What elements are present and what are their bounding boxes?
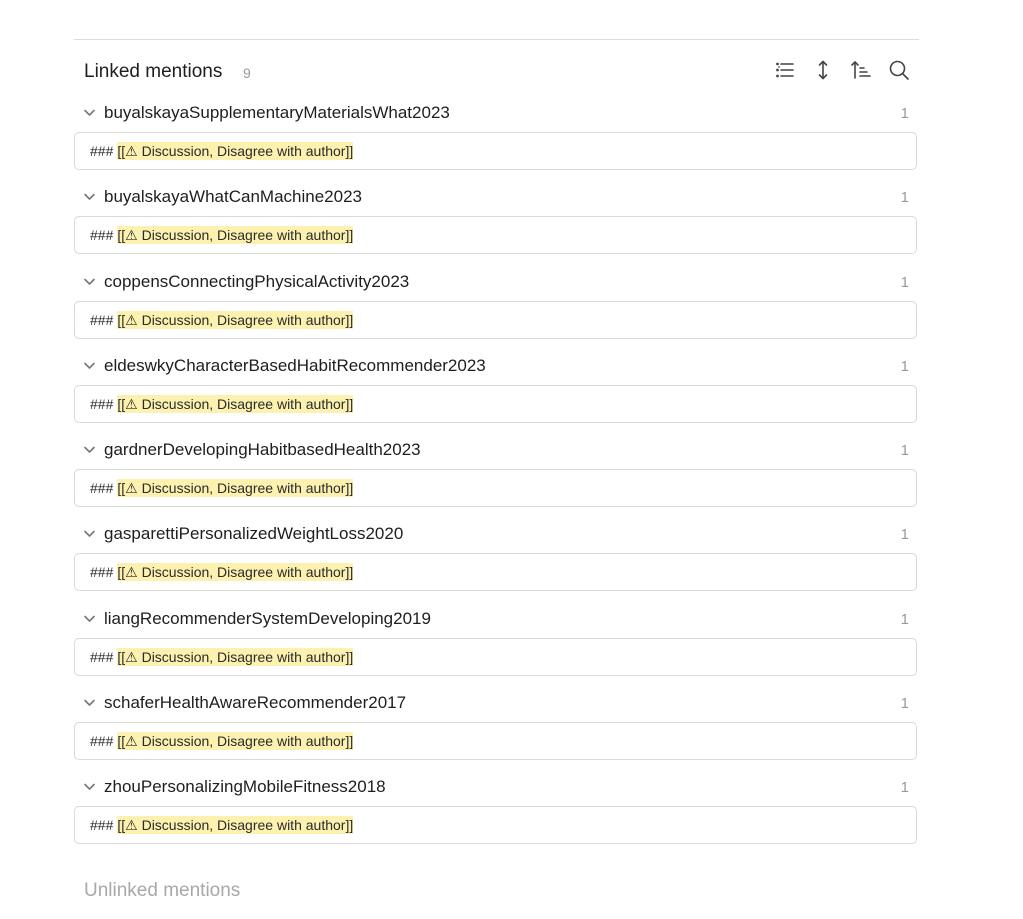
mention-group: liangRecommenderSystemDeveloping2019 1 #… [74,603,919,687]
snippet-text: ### [[⚠ Discussion, Disagree with author]… [90,479,354,498]
snippet-highlighted-link: [[⚠ Discussion, Disagree with author]] [117,226,354,245]
mention-group-header[interactable]: buyalskayaSupplementaryMaterialsWhat2023… [74,97,919,129]
mention-group: buyalskayaWhatCanMachine2023 1 ### [[⚠ Di… [74,181,919,265]
snippet-text: ### [[⚠ Discussion, Disagree with author]… [90,563,354,582]
snippet-highlighted-link: [[⚠ Discussion, Disagree with author]] [117,142,354,160]
mention-count: 1 [900,610,909,628]
mention-group: schaferHealthAwareRecommender2017 1 ###[… [74,687,919,771]
snippet-heading-marker: ### [90,564,114,581]
mention-count: 1 [900,695,909,713]
mention-count: 1 [900,273,909,291]
mention-snippet[interactable]: ### [[⚠ Discussion, Disagree with author]… [74,216,917,255]
snippet-heading-marker: ### [90,733,114,750]
chevron-down-icon[interactable] [83,359,96,372]
snippet-highlighted-link: [[⚠ Discussion, Disagree with author]] [117,394,354,413]
expand-collapse-button[interactable] [810,57,836,83]
chevron-down-icon[interactable] [83,106,96,119]
mention-snippet[interactable]: ### [[⚠ Discussion, Disagree with author]… [74,722,917,761]
mention-group-header[interactable]: schaferHealthAwareRecommender2017 1 [74,687,919,719]
snippet-heading-marker: ### [90,648,114,665]
snippet-heading-marker: ### [90,480,114,497]
mention-count: 1 [900,105,909,122]
snippet-highlighted-link: [[⚠ Discussion, Disagree with author]] [117,816,354,835]
snippet-highlighted-link: [[⚠ Discussion, Disagree with author]] [117,647,354,666]
mention-group: eldeswkyCharacterBasedHabitRecommender20… [74,350,919,434]
snippet-text: ### [[⚠ Discussion, Disagree with author]… [90,816,354,835]
list-view-button[interactable] [772,57,798,83]
mention-snippet[interactable]: ### [[⚠ Discussion, Disagree with author]… [74,637,917,676]
mention-source-title[interactable]: schaferHealthAwareRecommender2017 [104,693,406,713]
snippet-text: ### [[⚠ Discussion, Disagree with author]… [90,226,354,245]
mention-snippet[interactable]: ### [[⚠ Discussion, Disagree with author]… [74,300,917,339]
linked-mentions-header: Linked mentions 9 [84,57,914,87]
snippet-heading-marker: ### [90,395,114,412]
search-button[interactable] [886,57,912,83]
mention-count: 1 [900,526,909,544]
mention-snippet[interactable]: ### [[⚠ Discussion, Disagree with author]… [74,553,917,592]
mention-snippet[interactable]: ### [[⚠ Discussion, Disagree with author]… [74,132,917,170]
mention-group-header[interactable]: eldeswkyCharacterBasedHabitRecommender20… [74,350,919,382]
top-divider [74,39,919,40]
snippet-text: ### [[⚠ Discussion, Disagree with author]… [90,647,354,666]
search-icon [889,60,909,80]
mention-snippet[interactable]: ### [[⚠ Discussion, Disagree with author]… [74,806,917,845]
backlinks-toolbar [760,57,912,83]
mention-count: 1 [900,779,909,797]
mention-group-header[interactable]: liangRecommenderSystemDeveloping2019 1 [74,603,919,635]
snippet-highlighted-link: [[⚠ Discussion, Disagree with author]] [117,732,354,751]
chevron-down-icon[interactable] [83,443,96,456]
linked-mentions-title: Linked mentions [84,61,223,82]
mention-group: gasparettiPersonalizedWeightLoss2020 1 #… [74,518,919,602]
snippet-text: ### [[⚠ Discussion, Disagree with author]… [90,732,354,751]
mention-source-title[interactable]: eldeswkyCharacterBasedHabitRecommender20… [104,356,486,376]
mention-source-title[interactable]: buyalskayaSupplementaryMaterialsWhat2023 [104,103,450,123]
list-icon [776,62,794,78]
mention-source-title[interactable]: gardnerDevelopingHabitbasedHealth2023 [104,440,421,460]
mention-source-title[interactable]: zhouPersonalizingMobileFitness2018 [104,777,386,797]
mention-count: 1 [900,442,909,460]
mention-count: 1 [900,357,909,375]
mention-source-title[interactable]: gasparettiPersonalizedWeightLoss2020 [104,524,403,544]
chevron-down-icon[interactable] [83,275,96,288]
snippet-text: ### [[⚠ Discussion, Disagree with author]… [90,142,354,160]
mention-source-title[interactable]: buyalskayaWhatCanMachine2023 [104,187,362,207]
sort-button[interactable] [848,57,874,83]
mention-group: zhouPersonalizingMobileFitness2018 1 ###… [74,771,919,855]
mention-group: buyalskayaSupplementaryMaterialsWhat2023… [74,97,919,181]
chevron-down-icon[interactable] [83,190,96,203]
mention-source-title[interactable]: liangRecommenderSystemDeveloping2019 [104,609,431,629]
snippet-heading-marker: ### [90,817,114,834]
linked-mentions-list: buyalskayaSupplementaryMaterialsWhat2023… [74,97,919,856]
mention-snippet[interactable]: ### [[⚠ Discussion, Disagree with author]… [74,384,917,423]
mention-source-title[interactable]: coppensConnectingPhysicalActivity2023 [104,272,409,292]
snippet-text: ### [[⚠ Discussion, Disagree with author]… [90,394,354,413]
chevron-down-icon[interactable] [83,527,96,540]
snippet-heading-marker: ### [90,311,114,328]
snippet-highlighted-link: [[⚠ Discussion, Disagree with author]] [117,479,354,498]
mention-group-header[interactable]: buyalskayaWhatCanMachine2023 1 [74,181,919,213]
expand-collapse-icon [818,60,828,80]
snippet-text: ### [[⚠ Discussion, Disagree with author]… [90,310,354,329]
linked-mentions-count: 9 [243,65,251,81]
sort-icon [851,61,871,79]
mention-count: 1 [900,189,909,207]
mention-group: gardnerDevelopingHabitbasedHealth2023 1 … [74,434,919,518]
mention-group: coppensConnectingPhysicalActivity2023 1 … [74,266,919,350]
unlinked-mentions-title[interactable]: Unlinked mentions [84,880,240,902]
chevron-down-icon[interactable] [83,696,96,709]
mention-group-header[interactable]: gardnerDevelopingHabitbasedHealth2023 1 [74,434,919,466]
mention-group-header[interactable]: gasparettiPersonalizedWeightLoss2020 1 [74,518,919,550]
chevron-down-icon[interactable] [83,780,96,793]
snippet-heading-marker: ### [90,227,114,244]
snippet-highlighted-link: [[⚠ Discussion, Disagree with author]] [117,310,354,329]
snippet-heading-marker: ### [90,143,114,159]
chevron-down-icon[interactable] [83,612,96,625]
mention-group-header[interactable]: zhouPersonalizingMobileFitness2018 1 [74,771,919,803]
mention-group-header[interactable]: coppensConnectingPhysicalActivity2023 1 [74,266,919,298]
mention-snippet[interactable]: ### [[⚠ Discussion, Disagree with author]… [74,469,917,508]
snippet-highlighted-link: [[⚠ Discussion, Disagree with author]] [117,563,354,582]
